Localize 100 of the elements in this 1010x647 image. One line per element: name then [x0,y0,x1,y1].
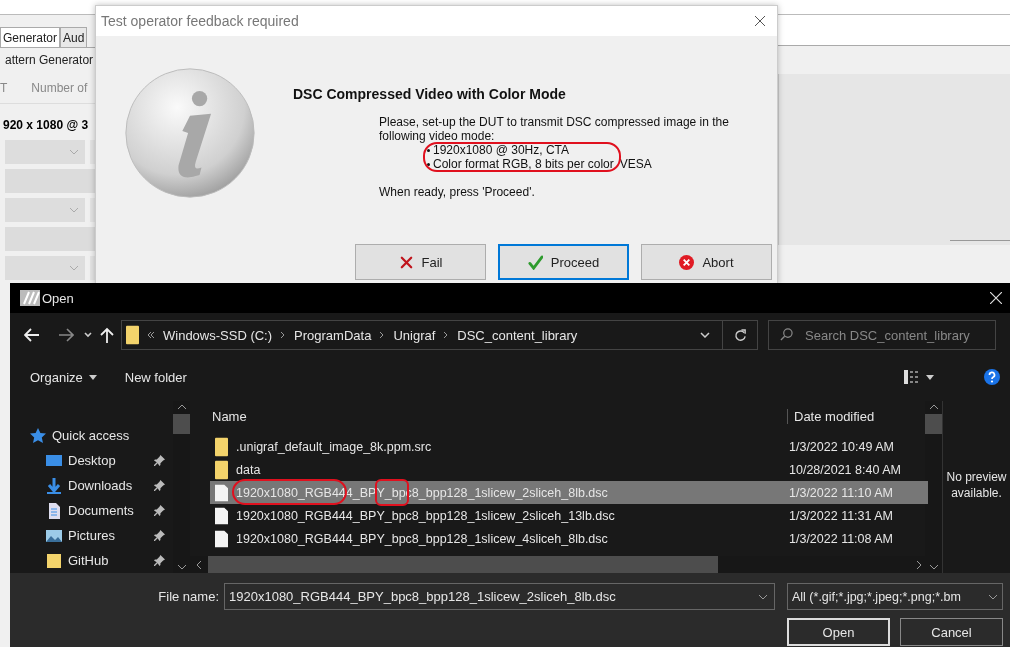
chevron-down-icon [69,207,79,213]
field-label: File name: [158,589,219,604]
scrollbar-thumb[interactable] [173,414,190,434]
checkmark-icon [527,254,543,270]
file-date: 1/3/2022 11:10 AM [789,485,894,500]
file-icon [215,529,228,548]
toolbar-button[interactable]: Organize [26,366,101,388]
dialog-button[interactable]: Abort [641,244,772,280]
search-field[interactable]: Search DSC_content_library [768,320,996,350]
chevron-down-icon [700,332,710,338]
breadcrumb-item[interactable]: ProgramData [294,327,372,343]
nav-item[interactable]: Quick access [30,423,173,448]
nav-item[interactable]: GitHub [30,548,173,573]
chevron-up-icon [176,404,187,410]
refresh-icon [733,328,747,342]
chevron-down-icon [758,593,768,600]
nav-item[interactable]: Documents [30,498,173,523]
file-name-field[interactable]: 1920x1080_RGB444_BPY_bpc8_bpp128_1slicew_2sliceh_8lb.dsc [224,583,775,610]
help-icon [984,369,1000,385]
download-icon [46,477,62,494]
error-icon [679,254,695,270]
folder-icon [46,552,62,569]
nav-item[interactable]: Downloads [30,473,173,498]
document-icon [46,502,62,519]
file-row[interactable]: data 10/28/2021 8:40 AM [210,458,928,481]
chevron-right-icon [916,559,922,570]
list-view-icon [904,370,920,384]
folder-icon [215,459,228,480]
chevron-right-icon [443,331,450,339]
file-date: 1/3/2022 11:31 AM [789,508,894,523]
field-label: Number of [31,81,88,95]
pictures-icon [46,527,62,544]
back-arrow-icon [24,328,40,342]
nav-item[interactable]: Pictures [30,523,173,548]
breadcrumb-item[interactable]: Windows-SSD (C:) [163,327,273,343]
star-icon [30,427,46,444]
nav-item[interactable]: Desktop [30,448,173,473]
close-icon [755,16,765,26]
preview-message: No preview available. [945,469,1008,502]
dropdown[interactable] [5,140,85,164]
desktop-icon [46,452,62,469]
folder-icon [215,436,228,457]
cross-icon [398,254,414,270]
refresh-button[interactable] [723,320,758,350]
bullet-text: Color format RGB, 8 bits per color [433,157,614,171]
file-name: .unigraf_default_image_8k.ppm.src [236,439,433,454]
column-header[interactable]: Name [210,408,787,424]
folder-icon [126,325,139,345]
info-icon [123,66,257,200]
caret-down-icon [926,374,934,380]
group-label: attern Generator [4,52,95,67]
help-button[interactable] [982,367,1002,387]
app-icon [20,290,40,306]
file-row[interactable]: .unigraf_default_image_8k.ppm.src 1/3/2022 10:49 AM [210,435,928,458]
chevron-down-icon [69,149,79,155]
input-field[interactable] [90,140,95,164]
search-icon [780,328,793,341]
chevron-down-icon [988,593,998,600]
dropdown[interactable] [5,198,85,222]
tab[interactable]: Generator [0,27,61,47]
file-row[interactable]: 1920x1080_RGB444_BPY_bpc8_bpp128_1slicew_4sliceh_8lb.dsc 1/3/2022 11:08 AM [210,527,928,550]
breadcrumb-item[interactable]: Unigraf [393,327,436,343]
file-row[interactable]: 1920x1080_RGB444_BPY_bpc8_bpp128_1slicew_2sliceh_13lb.dsc 1/3/2022 11:31 AM [210,504,928,527]
toolbar-button[interactable]: New folder [120,366,191,388]
double-chevron-icon [147,331,155,339]
file-type-dropdown[interactable]: All (*.gif;*.jpg;*.jpeg;*.png;*.bm [787,583,1003,610]
dropdown[interactable] [5,256,85,280]
dialog-button[interactable]: Proceed [498,244,629,280]
chevron-right-icon [280,331,287,339]
dialog-button[interactable]: Fail [355,244,486,280]
file-icon [215,483,228,502]
dialog-button[interactable]: Open [787,618,890,646]
dialog-button[interactable]: Cancel [900,618,1003,646]
file-icon [215,506,228,525]
tab[interactable]: Aud [60,27,88,47]
breadcrumb-item[interactable]: DSC_content_library [457,327,578,343]
chevron-down-icon [84,332,92,338]
address-bar[interactable]: Windows-SSD (C:) ProgramData Unigraf DSC_content_library [121,320,723,350]
input-field[interactable] [90,198,95,222]
chevron-down-icon [928,564,939,570]
close-icon [990,292,1002,304]
chevron-down-icon [69,265,79,271]
chevron-right-icon [379,331,386,339]
instruction-text: Please, set-up the DUT to transmit DSC compressed image in the following video mode: [379,115,730,143]
instruction-text: When ready, press 'Proceed'. [379,185,536,199]
file-date: 1/3/2022 11:08 AM [789,531,894,546]
bullet-icon [427,148,430,152]
file-name: 1920x1080_RGB444_BPY_bpc8_bpp128_1slicew_2sliceh_13lb.dsc [236,508,616,523]
note-text: VESA [619,157,652,171]
chevron-left-icon [196,559,202,570]
scrollbar-thumb[interactable] [208,556,718,573]
window-title: Test operator feedback required [101,13,300,29]
forward-arrow-icon [58,328,74,342]
file-name: 1920x1080_RGB444_BPY_bpc8_bpp128_1slicew_4sliceh_8lb.dsc [236,531,609,546]
window-title: Open [42,290,75,306]
input-field[interactable] [90,256,95,280]
ruler-line [950,240,1010,241]
field-label: T [0,81,8,95]
dialog-heading: DSC Compressed Video with Color Mode [293,85,567,102]
scrollbar-thumb[interactable] [925,414,942,434]
